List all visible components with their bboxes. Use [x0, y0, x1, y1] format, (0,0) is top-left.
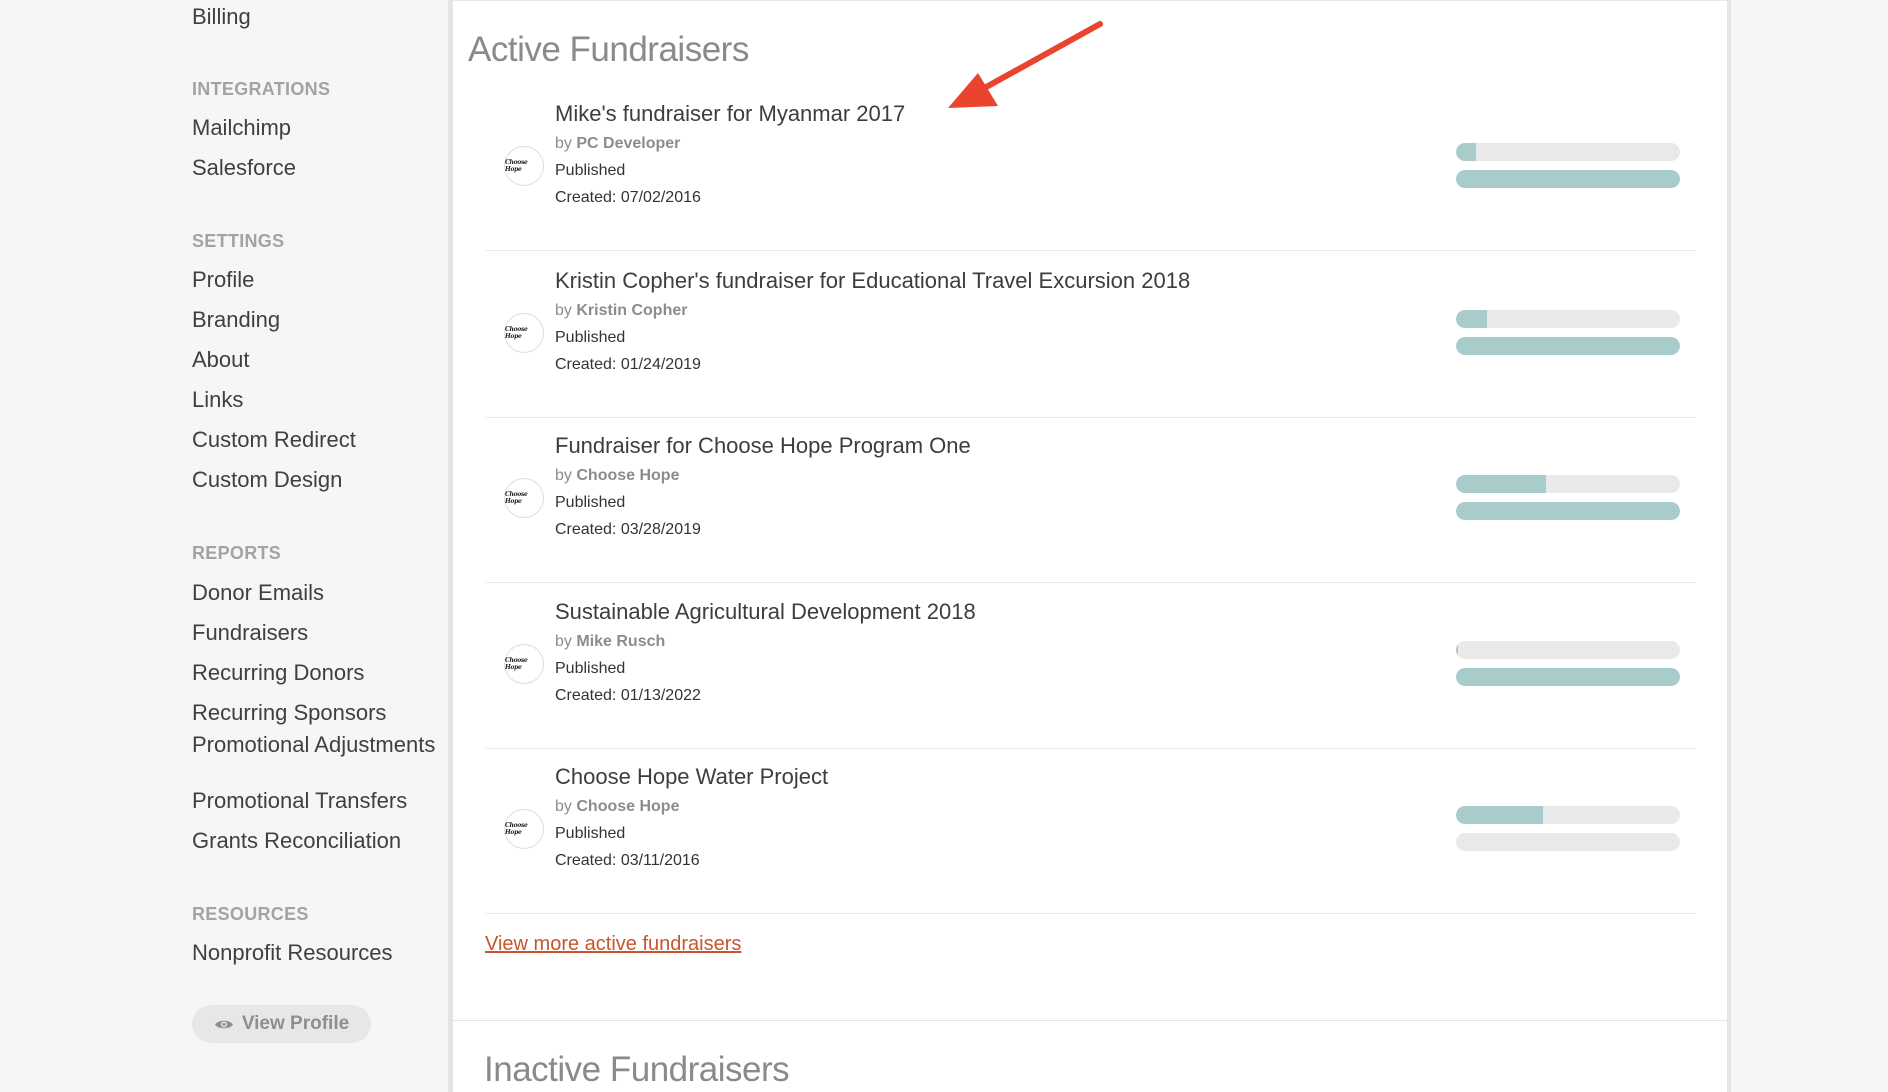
secondary-progress-bar [1456, 502, 1680, 520]
goal-progress-bar [1456, 310, 1680, 328]
progress-fill [1456, 502, 1680, 520]
fundraiser-author: by Mike Rusch [555, 633, 665, 651]
progress-fill [1456, 170, 1680, 188]
sidebar-heading-settings: SETTINGS [192, 231, 285, 251]
sidebar-item-mailchimp[interactable]: Mailchimp [192, 115, 291, 141]
secondary-progress-bar [1456, 337, 1680, 355]
secondary-progress-bar [1456, 668, 1680, 686]
logo-text: Choose Hope [505, 159, 528, 173]
fundraiser-created-date: Created: 07/02/2016 [555, 189, 701, 206]
panel-border-right [1727, 0, 1731, 1092]
sidebar-item-billing[interactable]: Billing [192, 4, 251, 30]
fundraiser-status: Published [555, 825, 626, 842]
logo-text: Choose Hope [505, 822, 528, 836]
author-name: PC Developer [576, 135, 681, 152]
progress-fill [1456, 668, 1680, 686]
progress-fill [1456, 337, 1680, 355]
fundraiser-row[interactable]: Choose Hope Fundraiser for Choose Hope Pr… [485, 417, 1696, 583]
sidebar-item-promotional-adjustments[interactable]: Promotional Adjustments [192, 733, 452, 757]
fundraiser-status: Published [555, 329, 626, 346]
progress-fill [1456, 310, 1488, 328]
fundraiser-created-date: Created: 01/24/2019 [555, 356, 701, 373]
sidebar-item-recurring-sponsors[interactable]: Recurring Sponsors [192, 700, 386, 726]
active-fundraisers-title: Active Fundraisers [468, 30, 749, 69]
author-name: Choose Hope [576, 467, 680, 484]
sidebar-item-salesforce[interactable]: Salesforce [192, 155, 296, 181]
fundraiser-author: by Choose Hope [555, 467, 679, 485]
view-more-active-link[interactable]: View more active fundraisers [485, 933, 741, 956]
fundraiser-logo: Choose Hope [504, 809, 544, 849]
fundraiser-title[interactable]: Sustainable Agricultural Development 201… [555, 599, 976, 625]
goal-progress-bar [1456, 806, 1680, 824]
eye-icon [214, 1018, 234, 1031]
sidebar-item-donor-emails[interactable]: Donor Emails [192, 580, 324, 606]
sidebar-item-promotional-transfers[interactable]: Promotional Transfers [192, 788, 407, 814]
by-prefix: by [555, 135, 572, 152]
fundraiser-created-date: Created: 01/13/2022 [555, 687, 701, 704]
by-prefix: by [555, 633, 572, 650]
fundraiser-logo: Choose Hope [504, 313, 544, 353]
sidebar-heading-integrations: INTEGRATIONS [192, 79, 331, 99]
progress-fill [1456, 475, 1546, 493]
sidebar-item-branding[interactable]: Branding [192, 307, 280, 333]
sidebar-heading-reports: REPORTS [192, 543, 282, 563]
fundraiser-logo: Choose Hope [504, 644, 544, 684]
logo-text: Choose Hope [505, 326, 528, 340]
sidebar-item-profile[interactable]: Profile [192, 267, 254, 293]
fundraiser-status: Published [555, 494, 626, 511]
author-name: Mike Rusch [576, 633, 666, 650]
fundraiser-status: Published [555, 162, 626, 179]
goal-progress-bar [1456, 143, 1680, 161]
annotation-arrow-icon [948, 21, 1103, 108]
sidebar: Billing INTEGRATIONS Mailchimp Salesforc… [0, 0, 448, 1092]
fundraiser-title[interactable]: Fundraiser for Choose Hope Program One [555, 433, 971, 459]
secondary-progress-bar [1456, 833, 1680, 851]
sidebar-item-nonprofit-resources[interactable]: Nonprofit Resources [192, 940, 393, 966]
inactive-fundraisers-title: Inactive Fundraisers [484, 1050, 790, 1089]
fundraiser-title[interactable]: Choose Hope Water Project [555, 764, 828, 790]
fundraiser-row[interactable]: Choose Hope Sustainable Agricultural Deve… [485, 583, 1696, 749]
goal-progress-bar [1456, 641, 1680, 659]
by-prefix: by [555, 302, 572, 319]
sidebar-item-recurring-donors[interactable]: Recurring Donors [192, 660, 364, 686]
author-name: Choose Hope [576, 798, 680, 815]
sidebar-item-links[interactable]: Links [192, 387, 243, 413]
fundraiser-status: Published [555, 660, 626, 677]
fundraiser-created-date: Created: 03/28/2019 [555, 521, 701, 538]
progress-fill [1456, 806, 1544, 824]
progress-fill [1456, 641, 1459, 659]
author-name: Kristin Copher [576, 302, 688, 319]
sidebar-item-fundraisers[interactable]: Fundraisers [192, 620, 308, 646]
fundraiser-row[interactable]: Choose Hope Choose Hope Water Project by C… [485, 748, 1696, 914]
goal-progress-bar [1456, 475, 1680, 493]
by-prefix: by [555, 467, 572, 484]
progress-fill [1456, 143, 1477, 161]
fundraiser-title[interactable]: Kristin Copher's fundraiser for Educatio… [555, 268, 1190, 294]
fundraiser-title[interactable]: Mike's fundraiser for Myanmar 2017 [555, 101, 905, 127]
sidebar-heading-resources: RESOURCES [192, 904, 309, 924]
by-prefix: by [555, 798, 572, 815]
fundraiser-logo: Choose Hope [504, 146, 544, 186]
view-profile-label: View Profile [241, 1013, 350, 1034]
fundraiser-author: by Choose Hope [555, 798, 679, 816]
secondary-progress-bar [1456, 170, 1680, 188]
sidebar-item-grants-reconciliation[interactable]: Grants Reconciliation [192, 828, 401, 854]
sidebar-item-custom-redirect[interactable]: Custom Redirect [192, 427, 356, 453]
fundraiser-logo: Choose Hope [504, 478, 544, 518]
fundraiser-author: by PC Developer [555, 135, 680, 153]
fundraiser-author: by Kristin Copher [555, 302, 687, 320]
view-profile-button[interactable]: View Profile [192, 1005, 371, 1043]
fundraiser-created-date: Created: 03/11/2016 [555, 852, 700, 869]
fundraiser-row[interactable]: Choose Hope Kristin Copher's fundraiser f… [485, 252, 1696, 418]
sidebar-item-about[interactable]: About [192, 347, 250, 373]
logo-text: Choose Hope [505, 491, 528, 505]
logo-text: Choose Hope [505, 657, 528, 671]
sidebar-item-custom-design[interactable]: Custom Design [192, 467, 342, 493]
